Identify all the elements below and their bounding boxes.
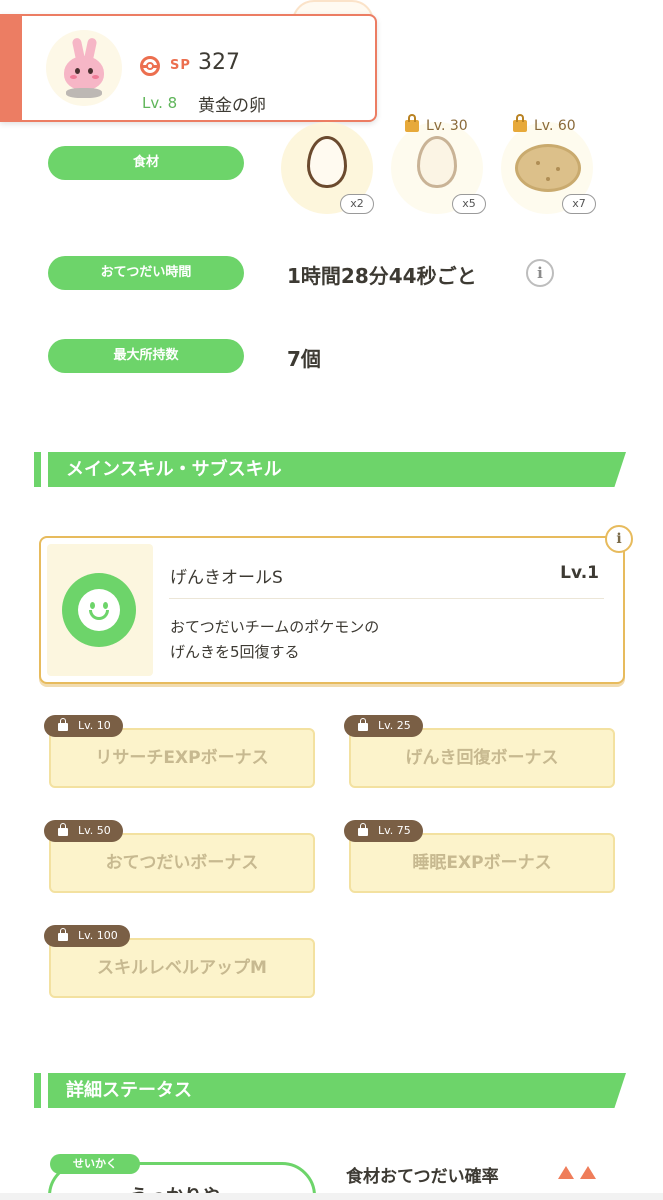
section-marker (34, 452, 41, 487)
ingredient-count-2: x5 (452, 194, 486, 214)
main-skill-name: げんきオールS (170, 568, 283, 588)
ingredients-label: 食材 (48, 146, 244, 180)
section-marker (34, 1073, 41, 1108)
sub-skill-lock-tag: Lv. 50 (44, 820, 123, 842)
lock-level: Lv. 10 (78, 719, 111, 732)
pokemon-header-card: SP 327 Lv. 8 黄金の卵 (0, 14, 377, 122)
sub-skill-button-3[interactable]: おてつだいボーナス (49, 833, 315, 893)
sub-skill-lock-tag: Lv. 25 (344, 715, 423, 737)
skills-section-title: メインスキル・サブスキル (48, 452, 626, 487)
info-icon[interactable]: i (526, 259, 554, 287)
help-time-value: 1時間28分44秒ごと (287, 264, 477, 288)
potato-icon (515, 144, 581, 192)
egg-icon (417, 136, 457, 188)
lock-level: Lv. 100 (78, 929, 118, 942)
lock-icon (58, 718, 68, 731)
main-skill-icon-panel (47, 544, 153, 676)
main-skill-card[interactable]: げんきオールS Lv.1 おてつだいチームのポケモンの げんきを5回復する (39, 536, 625, 684)
divider (169, 598, 604, 599)
help-time-label: おてつだい時間 (48, 256, 244, 290)
sub-skill-button-4[interactable]: 睡眠EXPボーナス (349, 833, 615, 893)
lock-icon (58, 823, 68, 836)
ingredient-count-3: x7 (562, 194, 596, 214)
smiley-icon (62, 573, 136, 647)
sp-value: 327 (198, 50, 240, 75)
ingredient-lock-level-3: Lv. 60 (534, 118, 576, 134)
lock-icon (58, 928, 68, 941)
description-line: おてつだいチームのポケモンの (170, 618, 380, 636)
level-label: Lv. 8 (142, 94, 178, 112)
lock-level: Lv. 50 (78, 824, 111, 837)
sub-skill-lock-tag: Lv. 100 (44, 925, 130, 947)
pokemon-name: 黄金の卵 (198, 96, 266, 116)
sp-label: SP (170, 58, 191, 73)
lock-icon (405, 114, 419, 132)
stat-label: 食材おてつだい確率 (346, 1167, 499, 1187)
lock-icon (358, 823, 368, 836)
lock-level: Lv. 75 (378, 824, 411, 837)
sub-skill-button-1[interactable]: リサーチEXPボーナス (49, 728, 315, 788)
home-indicator (0, 1193, 663, 1200)
ingredient-lock-level-2: Lv. 30 (426, 118, 468, 134)
egg-icon (307, 136, 347, 188)
info-icon[interactable]: i (605, 525, 633, 553)
sub-skill-lock-tag: Lv. 10 (44, 715, 123, 737)
main-skill-level: Lv.1 (560, 563, 599, 583)
up-arrow-icon (558, 1166, 574, 1179)
sub-skill-lock-tag: Lv. 75 (344, 820, 423, 842)
lock-icon (358, 718, 368, 731)
up-arrow-icon (580, 1166, 596, 1179)
details-section-title: 詳細ステータス (48, 1073, 626, 1108)
description-line: げんきを5回復する (170, 643, 300, 661)
header-stripe (0, 14, 22, 122)
main-skill-description: おてつだいチームのポケモンの げんきを5回復する (170, 615, 379, 665)
sub-skill-button-2[interactable]: げんき回復ボーナス (349, 728, 615, 788)
max-carry-value: 7個 (287, 347, 321, 371)
lock-icon (513, 114, 527, 132)
pokemon-avatar (46, 30, 122, 106)
pokeball-icon (140, 56, 160, 76)
nature-tag: せいかく (50, 1154, 140, 1174)
sub-skill-button-5[interactable]: スキルレベルアップM (49, 938, 315, 998)
ingredient-count-1: x2 (340, 194, 374, 214)
lock-level: Lv. 25 (378, 719, 411, 732)
max-carry-label: 最大所持数 (48, 339, 244, 373)
